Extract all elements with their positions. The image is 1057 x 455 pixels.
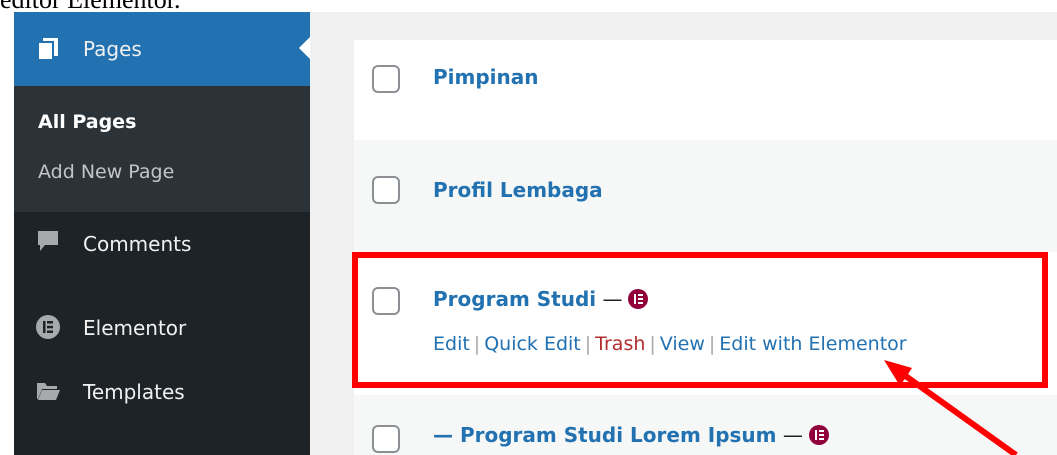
annotation-arrow-icon: [884, 360, 1018, 455]
